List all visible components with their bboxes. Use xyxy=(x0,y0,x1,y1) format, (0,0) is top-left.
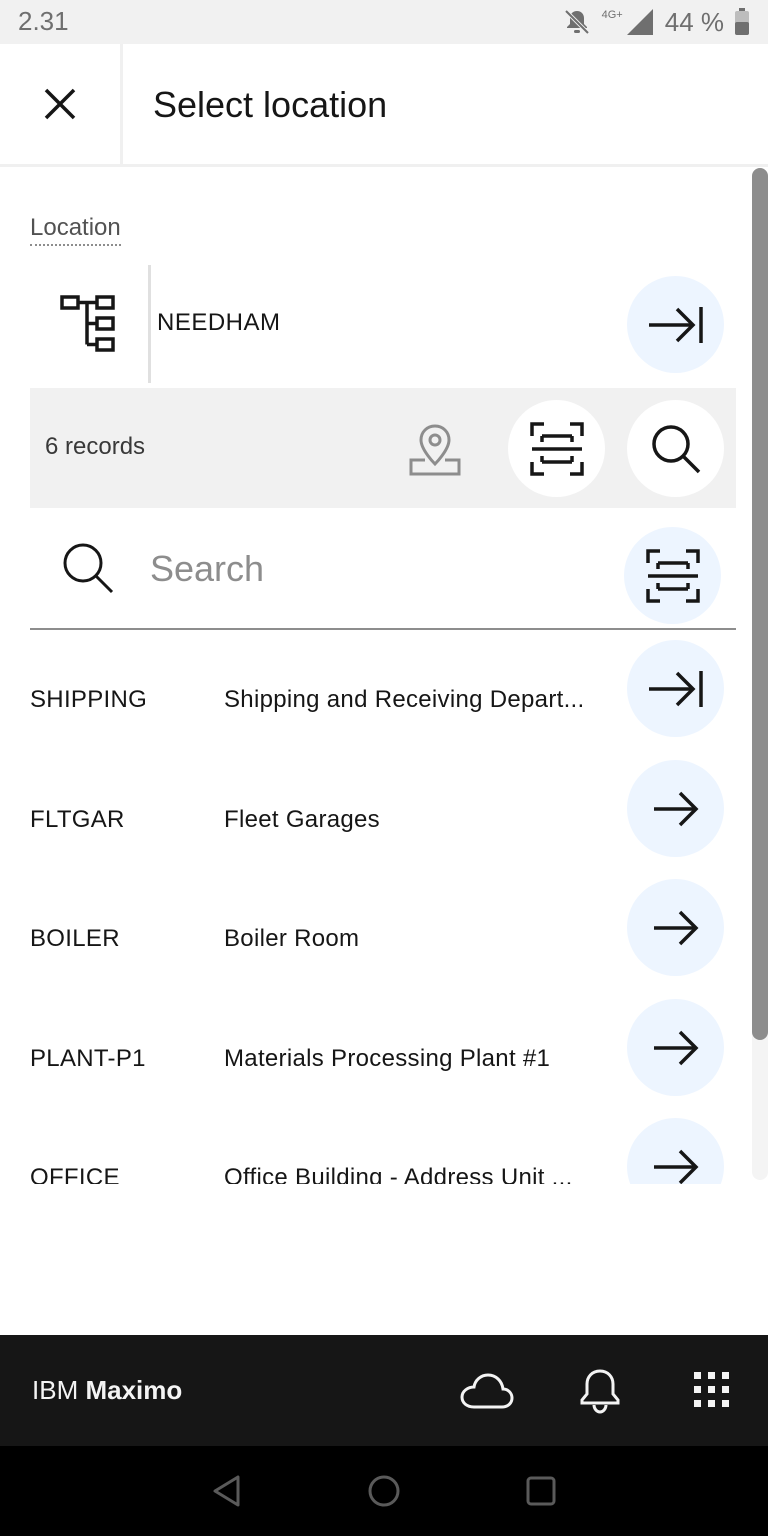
search-icon xyxy=(651,424,700,473)
list-item[interactable]: FLTGAR Fleet Garages xyxy=(30,760,736,880)
location-description: Materials Processing Plant #1 xyxy=(224,1045,551,1072)
location-code: PLANT-P1 xyxy=(30,1045,146,1072)
search-icon xyxy=(63,543,114,594)
dialog-header: Select location xyxy=(0,44,768,167)
records-toolbar: 6 records xyxy=(30,388,736,508)
search-barcode-scan-button[interactable] xyxy=(624,527,721,624)
location-description: Shipping and Receiving Depart... xyxy=(224,686,585,713)
list-item[interactable]: OFFICE Office Building - Address Unit ..… xyxy=(30,1118,736,1184)
close-icon xyxy=(44,88,76,120)
location-code: SHIPPING xyxy=(30,686,148,713)
location-description: Office Building - Address Unit ... xyxy=(224,1164,573,1184)
records-count: 6 records xyxy=(45,433,146,460)
barcode-scan-icon xyxy=(645,548,700,603)
bell-icon xyxy=(580,1369,620,1414)
drill-into-location-button[interactable] xyxy=(627,640,724,737)
brand-name: Maximo xyxy=(85,1375,183,1405)
cloud-icon xyxy=(460,1373,514,1409)
select-location-button[interactable] xyxy=(627,760,724,857)
list-item[interactable]: PLANT-P1 Materials Processing Plant #1 xyxy=(30,999,736,1119)
barcode-scan-icon xyxy=(529,421,584,476)
location-hierarchy-button[interactable] xyxy=(30,265,151,383)
status-bar: 2.31 4G+ 44 % xyxy=(0,0,768,44)
location-description: Boiler Room xyxy=(224,925,360,952)
arrow-to-end-icon xyxy=(648,670,703,707)
arrow-right-icon xyxy=(653,791,698,826)
signal-icon xyxy=(626,9,653,35)
current-location-value: NEEDHAM xyxy=(157,309,281,336)
status-time: 2.31 xyxy=(18,6,69,36)
location-label: Location xyxy=(30,214,121,246)
app-footer: IBM Maximo xyxy=(0,1335,768,1446)
barcode-scan-button[interactable] xyxy=(508,400,605,497)
close-button[interactable] xyxy=(0,44,123,164)
location-code: FLTGAR xyxy=(30,806,125,833)
search-bar: Search xyxy=(30,520,736,630)
hierarchy-tree-icon xyxy=(60,295,115,352)
app-menu-button[interactable] xyxy=(692,1370,732,1410)
select-location-button[interactable] xyxy=(627,1118,724,1184)
select-location-button[interactable] xyxy=(627,999,724,1096)
map-button[interactable] xyxy=(402,420,468,480)
status-icons: 4G+ 44 % xyxy=(562,6,750,38)
arrow-right-icon xyxy=(653,910,698,945)
network-type: 4G+ xyxy=(601,9,623,21)
app-grid-icon xyxy=(694,1372,729,1407)
location-code: BOILER xyxy=(30,925,120,952)
search-toggle-button[interactable] xyxy=(627,400,724,497)
back-icon[interactable] xyxy=(210,1474,244,1508)
recents-icon[interactable] xyxy=(525,1475,557,1507)
page-title: Select location xyxy=(153,84,388,125)
select-current-location-button[interactable] xyxy=(627,276,724,373)
brand-prefix: IBM xyxy=(32,1375,79,1405)
notifications-off-icon xyxy=(564,9,590,35)
battery-icon xyxy=(735,8,749,35)
list-item[interactable]: SHIPPING Shipping and Receiving Depart..… xyxy=(30,640,736,760)
location-list: SHIPPING Shipping and Receiving Depart..… xyxy=(0,640,768,1184)
arrow-to-end-icon xyxy=(648,306,703,343)
current-location-row: NEEDHAM xyxy=(30,265,736,383)
location-description: Fleet Garages xyxy=(224,806,380,833)
arrow-right-icon xyxy=(653,1149,698,1184)
select-location-button[interactable] xyxy=(627,879,724,976)
list-item[interactable]: BOILER Boiler Room xyxy=(30,879,736,999)
home-icon[interactable] xyxy=(367,1474,401,1508)
map-location-icon xyxy=(409,424,461,476)
battery-level: 44 % xyxy=(664,6,724,37)
search-input[interactable]: Search xyxy=(150,548,264,590)
app-brand: IBM Maximo xyxy=(32,1375,182,1406)
sync-button[interactable] xyxy=(460,1371,514,1411)
notifications-button[interactable] xyxy=(578,1367,622,1415)
system-nav-bar xyxy=(0,1446,768,1536)
arrow-right-icon xyxy=(653,1030,698,1065)
location-code: OFFICE xyxy=(30,1164,120,1184)
